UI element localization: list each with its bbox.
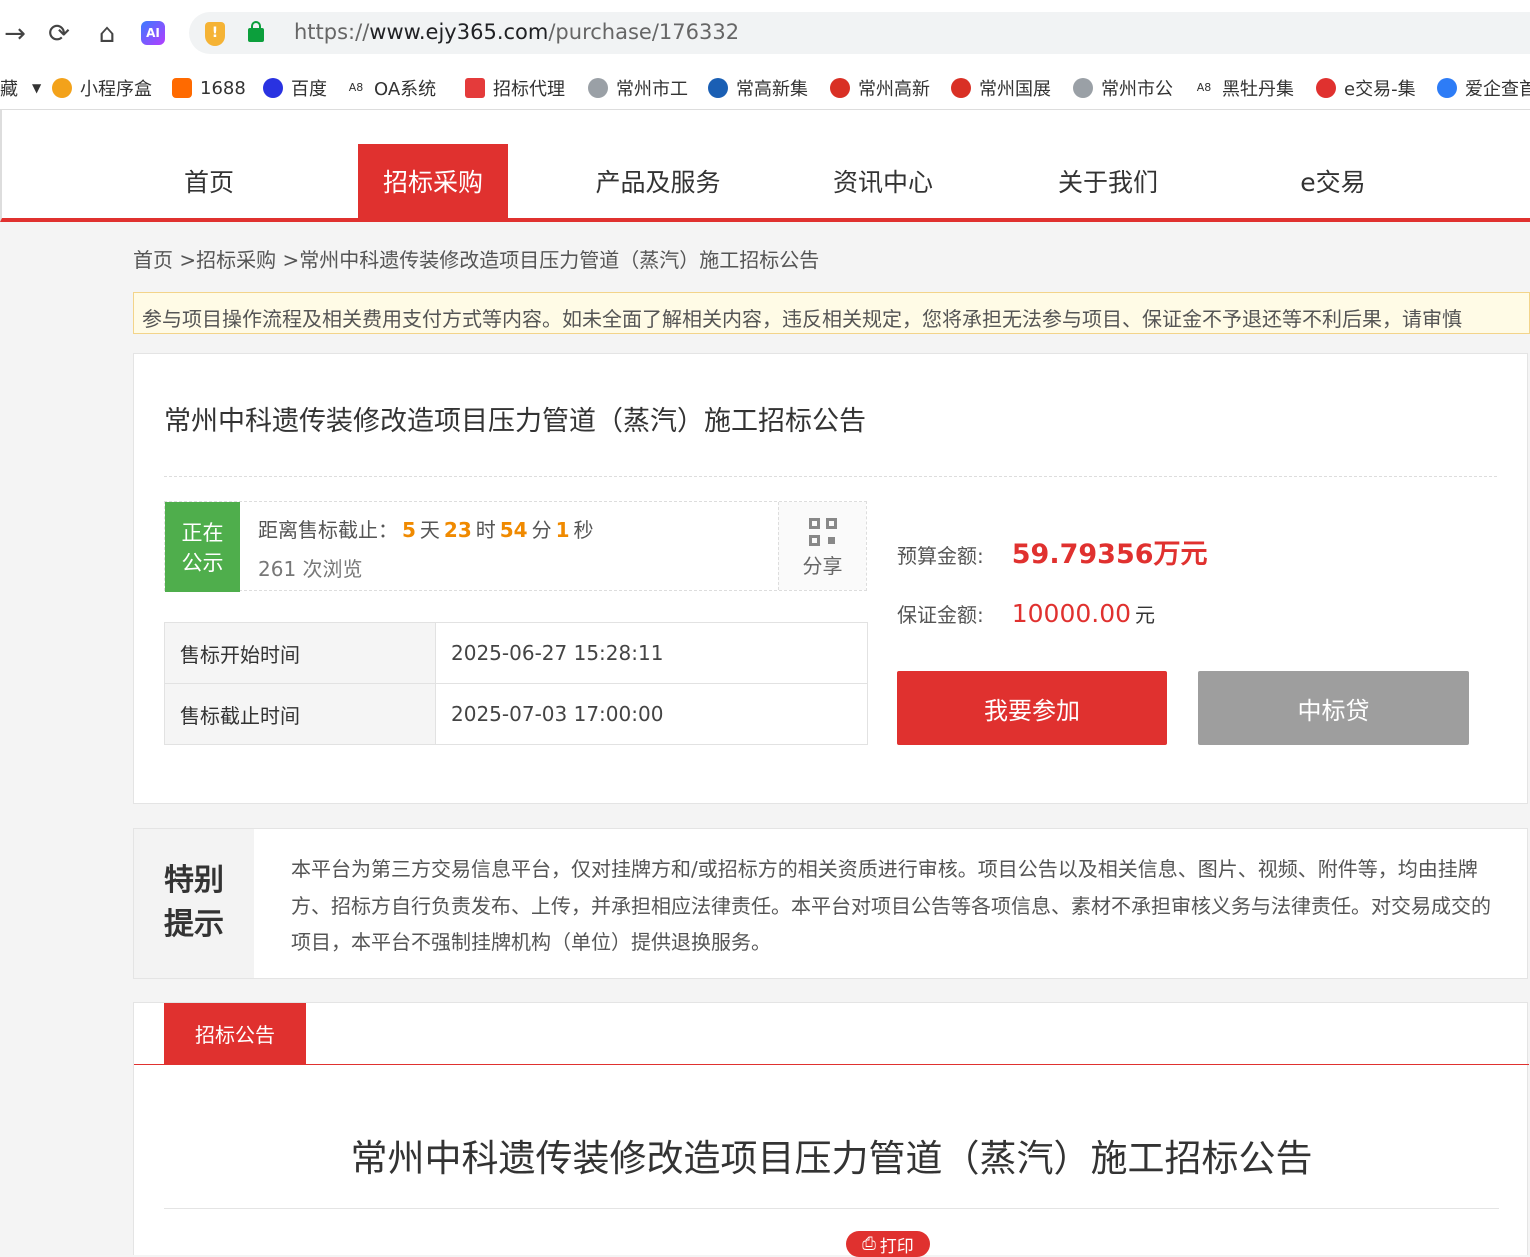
project-title: 常州中科遗传装修改造项目压力管道（蒸汽）施工招标公告 [164, 406, 866, 437]
1688-icon [172, 78, 192, 98]
view-count: 261 次浏览 [258, 557, 363, 581]
divider [164, 476, 1497, 477]
bookmark-item[interactable]: 常州高新 [830, 75, 930, 101]
ai-assistant-icon[interactable]: AI [141, 21, 165, 45]
tab-announcement[interactable]: 招标公告 [164, 1003, 306, 1064]
budget-value: 59.79356万元 [1011, 539, 1208, 570]
deposit-unit: 元 [1135, 603, 1156, 627]
deposit-value: 10000.00 [1011, 599, 1132, 628]
aiqicha-icon [1437, 78, 1457, 98]
bookmark-item[interactable]: e交易-集 [1316, 75, 1416, 101]
url-text[interactable]: https://www.ejy365.com/purchase/176332 [294, 20, 739, 44]
time-value: 2025-07-03 17:00:00 [435, 683, 868, 745]
globe-icon [588, 78, 608, 98]
breadcrumb[interactable]: 首页 >招标采购 >常州中科遗传装修改造项目压力管道（蒸汽）施工招标公告 [133, 244, 819, 273]
bookmark-item[interactable]: 1688 [172, 75, 246, 101]
divider [164, 1208, 1499, 1209]
baidu-icon [263, 78, 283, 98]
bookmark-item[interactable]: A8 OA系统 [346, 75, 436, 101]
pdf-icon [465, 78, 485, 98]
miniapp-icon [52, 78, 72, 98]
qr-code-icon [808, 518, 837, 546]
bookmark-item[interactable]: 百度 [263, 75, 327, 101]
site-nav: 首页 招标采购 产品及服务 资讯中心 关于我们 e交易 [0, 110, 1530, 222]
status-badge: 正在 公示 [165, 502, 240, 592]
share-label: 分享 [802, 554, 843, 578]
bookmark-item[interactable]: 常州国展 [951, 75, 1051, 101]
time-label: 售标截止时间 [164, 683, 436, 745]
tip-text: 本平台为第三方交易信息平台，仅对挂牌方和/或招标方的相关资质进行审核。项目公告以… [291, 857, 1491, 954]
bookmark-item[interactable]: 常州市工 [588, 75, 688, 101]
budget-label: 预算金额: [897, 544, 984, 568]
deposit-label: 保证金额: [897, 603, 984, 627]
project-card: 常州中科遗传装修改造项目压力管道（蒸汽）施工招标公告 正在 公示 距离售标截止： 5… [133, 353, 1528, 804]
oa-icon: A8 [1194, 78, 1214, 98]
print-label: 打印 [879, 1236, 914, 1257]
tab-underline [134, 1064, 1529, 1065]
ejy-icon [1316, 78, 1336, 98]
bookmark-item[interactable]: A8 黑牡丹集 [1194, 75, 1294, 101]
tip-heading: 特别 提示 [134, 829, 254, 978]
oa-icon: A8 [346, 78, 366, 98]
sale-time-table: 售标开始时间 2025-06-27 15:28:11 售标截止时间 2025-0… [164, 622, 868, 745]
nav-news[interactable]: 资讯中心 [808, 144, 958, 218]
emblem-icon [830, 78, 850, 98]
table-row: 售标截止时间 2025-07-03 17:00:00 [164, 683, 868, 745]
changgao-icon [708, 78, 728, 98]
bookmark-item[interactable]: 招标代理 [465, 75, 565, 101]
security-warning-icon[interactable]: ! [205, 22, 225, 46]
bookmark-item[interactable]: 常州市公 [1073, 75, 1173, 101]
nav-etrade[interactable]: e交易 [1258, 144, 1408, 218]
browser-toolbar: → ⟳ ⌂ AI ! https://www.ejy365.com/purcha… [0, 0, 1530, 66]
announcement-card: 招标公告 常州中科遗传装修改造项目压力管道（蒸汽）施工招标公告 ⎙ 打印 [133, 1002, 1529, 1257]
time-label: 售标开始时间 [164, 622, 436, 684]
lock-icon[interactable] [248, 21, 264, 42]
bookmarks-bar: 藏 ▼ 小程序盒 1688 百度 A8 OA系统 招标代理 常州市工 常高新集 常州… [0, 66, 1530, 110]
announcement-title: 常州中科遗传装修改造项目压力管道（蒸汽）施工招标公告 [350, 1137, 1313, 1180]
deposit-row: 保证金额: 10000.00 元 [897, 599, 1155, 628]
nav-bidding[interactable]: 招标采购 [358, 144, 508, 218]
printer-icon: ⎙ [862, 1234, 876, 1254]
nav-products[interactable]: 产品及服务 [583, 144, 733, 218]
bid-loan-button[interactable]: 中标贷 [1198, 671, 1469, 745]
bookmark-item[interactable]: 常高新集 [708, 75, 808, 101]
bookmark-item[interactable]: 小程序盒 [52, 75, 152, 101]
bookmark-item[interactable]: 爱企查首 [1437, 75, 1530, 101]
time-value: 2025-06-27 15:28:11 [435, 622, 868, 684]
forward-icon[interactable]: → [0, 14, 30, 54]
special-tip-card: 特别 提示 本平台为第三方交易信息平台，仅对挂牌方和/或招标方的相关资质进行审核。… [133, 828, 1528, 979]
table-row: 售标开始时间 2025-06-27 15:28:11 [164, 622, 868, 684]
reload-icon[interactable]: ⟳ [44, 14, 74, 54]
join-button[interactable]: 我要参加 [897, 671, 1167, 745]
home-icon[interactable]: ⌂ [92, 14, 122, 54]
countdown: 距离售标截止： 5 天 23 时 54 分 1 秒 [258, 518, 594, 542]
notice-bar: 参与项目操作流程及相关费用支付方式等内容。如未全面了解相关内容，违反相关规定，您… [133, 292, 1530, 334]
globe-icon [1073, 78, 1093, 98]
nav-about[interactable]: 关于我们 [1033, 144, 1183, 218]
emblem-icon [951, 78, 971, 98]
share-button[interactable]: 分享 [778, 502, 866, 590]
budget-row: 预算金额: 59.79356万元 [897, 532, 1208, 571]
print-button[interactable]: ⎙ 打印 [846, 1231, 930, 1257]
nav-home[interactable]: 首页 [134, 144, 284, 218]
status-box: 正在 公示 距离售标截止： 5 天 23 时 54 分 1 秒 261 次浏览 分享 [164, 501, 867, 592]
bookmark-folder[interactable]: 藏 ▼ [0, 75, 41, 101]
